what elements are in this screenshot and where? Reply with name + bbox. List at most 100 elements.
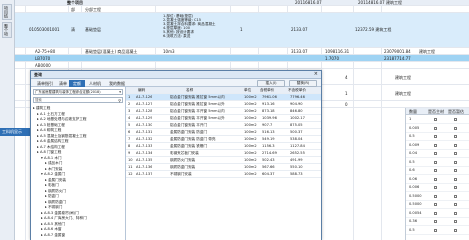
quota-price-notax: 588.73 xyxy=(290,172,303,176)
estimate-checkbox[interactable] xyxy=(454,194,457,198)
estimate-checkbox[interactable] xyxy=(454,203,457,206)
panel-row[interactable]: 0.5000 xyxy=(406,193,469,201)
col-price-notax: 不含税单价 xyxy=(288,88,306,92)
panel-row[interactable]: 0.6 xyxy=(406,167,469,175)
tree-node[interactable]: ▸ A.8.7 金属窗 xyxy=(31,232,65,239)
panel-row[interactable]: 0.5 xyxy=(406,227,469,235)
main-material-checkbox[interactable] xyxy=(434,169,437,172)
quota-row[interactable]: 12 A1-7-137 不锈钢门安装 100m2 604.37 588.73 xyxy=(126,171,321,178)
quota-row[interactable]: 11 A1-7-136 钢质防盗门安装 100m2 567.66 550.10 xyxy=(126,164,321,171)
panel-row[interactable]: 1 xyxy=(406,116,469,124)
col-code: 编码 xyxy=(138,88,146,92)
main-material-checkbox[interactable] xyxy=(434,118,437,121)
panel-row[interactable]: 0.006 xyxy=(406,184,469,192)
quota-library-select[interactable]: 广东省房屋建筑与装饰工程综合定额(2018) ▾ xyxy=(33,89,123,95)
estimate-checkbox[interactable] xyxy=(454,228,457,232)
close-icon[interactable]: × xyxy=(314,72,318,77)
replace-button[interactable]: 替换(R) xyxy=(289,79,317,87)
quota-name: 铝合金门窗安装 推拉窗 5mm以外 xyxy=(170,102,225,106)
quota-code: A1-7-133 xyxy=(136,144,153,148)
main-material-checkbox[interactable] xyxy=(434,177,437,181)
main-material-checkbox[interactable] xyxy=(434,194,437,198)
lower-tab-active[interactable]: 工料机显示 xyxy=(0,128,30,136)
quota-row[interactable]: 3 A1-7-128 铝合金门窗安装 平开窗 5mm以内 100m2 873.18 846… xyxy=(126,108,321,115)
table-row[interactable]: AB0000 xyxy=(15,62,469,69)
estimate-checkbox[interactable] xyxy=(454,135,457,138)
quota-row[interactable]: 8 A1-7-133 金属防盗门安装 铁栅门 100m2 1156.3 1127.84 xyxy=(126,143,321,150)
table-row-selected[interactable]: 010503001001 清 基础垫层 1.部位: 基础(垫层) 2.混凝土强度… xyxy=(15,13,469,48)
quota-price-notax: 846.80 xyxy=(290,109,303,113)
quota-row[interactable]: 9 A1-7-134 彩钢夹芯板门安装 100m2 2714.69 2652.55 xyxy=(126,150,321,157)
panel-row[interactable]: 0.009 xyxy=(406,142,469,150)
row-number: 6 xyxy=(128,130,131,134)
main-material-checkbox[interactable] xyxy=(434,203,437,206)
estimate-checkbox[interactable] xyxy=(454,220,457,223)
quota-unit: 100m2 xyxy=(244,102,257,106)
row-code: AB0000 xyxy=(35,63,51,68)
tab-whole-project[interactable]: 整个项目 xyxy=(2,22,12,38)
quota-row[interactable]: 5 A1-7-130 铝合金门窗安装 平开门 100m2 907.7 875.05 xyxy=(126,122,321,129)
estimate-checkbox[interactable] xyxy=(454,177,457,181)
estimate-checkbox[interactable] xyxy=(454,118,457,121)
search-icon[interactable]: ⚲ xyxy=(118,98,121,103)
tab-project-structure[interactable]: 项目结构 xyxy=(2,4,12,20)
panel-qty: 0.5000 xyxy=(409,202,422,206)
estimate-checkbox[interactable] xyxy=(454,211,457,215)
panel-row[interactable]: 0.0054 xyxy=(406,210,469,218)
panel-row[interactable]: 0.06 xyxy=(406,176,469,184)
search-input[interactable]: 搜索 ⚲ xyxy=(33,97,123,103)
quota-unit: 100m2 xyxy=(244,137,257,141)
quota-unit: 100m2 xyxy=(244,123,257,127)
main-material-checkbox[interactable] xyxy=(434,220,437,223)
quota-code: A1-7-135 xyxy=(136,158,153,162)
main-material-checkbox[interactable] xyxy=(434,211,437,215)
tab-my-data[interactable]: 我的数据 xyxy=(105,80,129,87)
main-material-checkbox[interactable] xyxy=(434,135,437,138)
panel-qty: 0.5000 xyxy=(409,193,422,198)
quota-row[interactable]: 7 A1-7-132 金属防盗门安装 防盗门 带亮 100m2 549.19 538.04 xyxy=(126,136,321,143)
quota-code: A1-7-131 xyxy=(136,130,153,134)
dialog-titlebar[interactable]: 查询 × xyxy=(31,71,321,79)
estimate-checkbox[interactable] xyxy=(454,160,457,164)
main-material-checkbox[interactable] xyxy=(434,228,437,232)
main-material-checkbox[interactable] xyxy=(434,186,437,189)
table-row-highlight[interactable]: LB7070 1.7070 23187714.77 xyxy=(15,55,469,62)
tab-quota[interactable]: 定额 xyxy=(69,80,85,87)
panel-qty: 0.04 xyxy=(409,151,418,155)
panel-row[interactable]: 0.5 xyxy=(406,159,469,167)
panel-row[interactable]: 0.04 xyxy=(406,150,469,158)
estimate-checkbox[interactable] xyxy=(454,169,457,172)
quota-name: 不锈钢门安装 xyxy=(170,172,192,176)
quota-row[interactable]: 6 A1-7-131 金属防盗门安装 防盗门 100m2 516.13 500.37 xyxy=(126,129,321,136)
panel-row[interactable]: 0.5 xyxy=(406,133,469,141)
main-material-checkbox[interactable] xyxy=(434,126,437,130)
quota-code: A1-7-128 xyxy=(136,109,153,113)
quota-row[interactable]: 10 A1-7-135 钢质防火门安装 100m2 502.43 491.99 xyxy=(126,157,321,164)
estimate-checkbox[interactable] xyxy=(454,152,457,155)
quota-price-tax: 913.16 xyxy=(262,102,275,106)
main-material-checkbox[interactable] xyxy=(434,143,437,147)
panel-row[interactable]: 0.5000 xyxy=(406,201,469,209)
table-row[interactable]: A2-75+80 基础垫层(混凝土) 商品混凝土 10m3 3133.07 10… xyxy=(15,48,469,55)
row-category: 建筑工程 xyxy=(395,75,411,80)
main-material-checkbox[interactable] xyxy=(434,160,437,164)
quota-price-tax: 2714.69 xyxy=(262,151,277,155)
row-type: 部 xyxy=(71,7,75,12)
tab-labor-material[interactable]: 人材机 xyxy=(85,80,105,87)
quota-price-tax: 7961.06 xyxy=(262,95,277,99)
row-value: 23187714.77 xyxy=(384,56,411,61)
panel-row[interactable]: 0.36 xyxy=(406,218,469,226)
quota-row[interactable]: 1 A1-7-126 铝合金门窗安装 推拉窗 5mm以内 100m2 7961.06 77… xyxy=(126,94,321,101)
quota-row[interactable]: 4 A1-7-129 铝合金门窗安装 平开窗 5mm以外 100m2 1039.96 10… xyxy=(126,115,321,122)
insert-button[interactable]: 插入(I) xyxy=(257,79,285,87)
quota-row[interactable]: 2 A1-7-127 铝合金门窗安装 推拉窗 5mm以外 100m2 913.16 904… xyxy=(126,101,321,108)
tab-bill-guide[interactable]: 清单指引 xyxy=(33,80,57,87)
estimate-checkbox[interactable] xyxy=(454,143,457,147)
panel-qty: 0.009 xyxy=(409,142,420,147)
main-material-checkbox[interactable] xyxy=(434,152,437,155)
estimate-checkbox[interactable] xyxy=(454,126,457,130)
table-row[interactable]: 部 分部工程 xyxy=(15,6,469,13)
panel-row[interactable]: 0.005 xyxy=(406,125,469,133)
estimate-checkbox[interactable] xyxy=(454,186,457,189)
quota-unit: 100m2 xyxy=(244,172,257,176)
